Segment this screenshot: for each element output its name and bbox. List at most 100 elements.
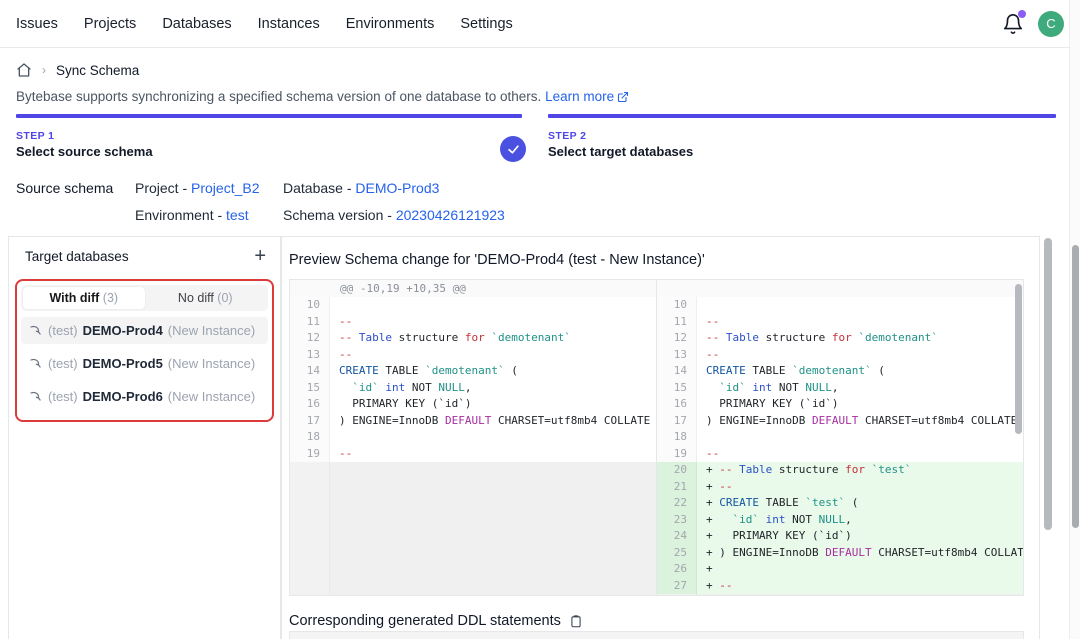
mysql-icon: [29, 324, 43, 338]
content-scrollbar[interactable]: [1044, 238, 1052, 530]
tab-no-diff[interactable]: No diff (0): [145, 287, 267, 309]
page-title: Sync Schema: [56, 63, 139, 78]
top-nav: Issues Projects Databases Instances Environm…: [0, 0, 1080, 48]
db-environment: (test): [48, 356, 78, 371]
target-database-item-demo-prod5[interactable]: (test) DEMO-Prod5 (New Instance): [21, 350, 268, 377]
project-label: Project -: [135, 180, 191, 196]
line-number: 19: [657, 446, 697, 463]
line-number: 17: [290, 413, 330, 430]
code-text: + CREATE TABLE `test` (: [697, 495, 1023, 512]
diff-pane-target: 1011--12-- Table structure for `demotena…: [657, 280, 1023, 595]
step-2-progress-bar: [548, 114, 1056, 118]
nav-item-projects[interactable]: Projects: [84, 16, 136, 32]
step-1: STEP 1 Select source schema: [16, 114, 522, 159]
db-instance-suffix: (New Instance): [168, 389, 255, 404]
source-project: Project - Project_B2: [135, 180, 260, 196]
line-number: 13: [290, 347, 330, 364]
code-text: ) ENGINE=InnoDB DEFAULT CHARSET=utf8mb4 …: [330, 413, 656, 430]
step-1-complete-icon: [500, 136, 526, 162]
line-number: 15: [657, 380, 697, 397]
learn-more-link[interactable]: Learn more: [545, 89, 614, 104]
breadcrumb: › Sync Schema: [16, 62, 139, 78]
diff-scrollbar[interactable]: [1015, 284, 1022, 434]
schema-version-link[interactable]: 20230426121923: [396, 207, 505, 223]
code-text: --: [330, 347, 656, 364]
environment-link[interactable]: test: [226, 207, 249, 223]
code-text: -- Table structure for `demotenant`: [330, 330, 656, 347]
line-number: 14: [290, 363, 330, 380]
code-text: ) ENGINE=InnoDB DEFAULT CHARSET=utf8mb4 …: [697, 413, 1023, 430]
diff-line-12: 12-- Table structure for `demotenant`: [290, 330, 656, 347]
code-text: + -- Table structure for `test`: [697, 462, 1023, 479]
diff-hunk-header: @@ -10,19 +10,35 @@: [290, 280, 656, 297]
code-text: [697, 297, 1023, 314]
code-text: + --: [697, 578, 1023, 595]
code-text: + PRIMARY KEY (`id`): [697, 528, 1023, 545]
line-number: 16: [290, 396, 330, 413]
db-name: DEMO-Prod4: [83, 323, 163, 338]
diff-line-25: 25+ ) ENGINE=InnoDB DEFAULT CHARSET=utf8…: [657, 545, 1023, 562]
copy-icon[interactable]: [569, 614, 583, 629]
diff-line-19: 19--: [290, 446, 656, 463]
add-target-database-button[interactable]: +: [254, 247, 266, 265]
code-text: --: [697, 314, 1023, 331]
nav-item-databases[interactable]: Databases: [162, 16, 231, 32]
nav-item-environments[interactable]: Environments: [346, 16, 435, 32]
nav-item-settings[interactable]: Settings: [460, 16, 512, 32]
ddl-code-block-top: [289, 631, 1024, 639]
avatar[interactable]: C: [1038, 11, 1064, 37]
code-text: PRIMARY KEY (`id`): [330, 396, 656, 413]
diff-line-13: 13--: [290, 347, 656, 364]
chevron-right-icon: ›: [42, 63, 46, 77]
diff-line-19: 19--: [657, 446, 1023, 463]
database-link[interactable]: DEMO-Prod3: [355, 180, 439, 196]
diff-line-17: 17) ENGINE=InnoDB DEFAULT CHARSET=utf8mb…: [290, 413, 656, 430]
page-scrollbar[interactable]: [1072, 245, 1079, 528]
code-text: + ) ENGINE=InnoDB DEFAULT CHARSET=utf8mb…: [697, 545, 1023, 562]
step-2-number: STEP 2: [548, 130, 1056, 142]
target-database-list: (test) DEMO-Prod4 (New Instance)(test) D…: [21, 317, 268, 410]
notification-badge: [1018, 10, 1026, 18]
db-name: DEMO-Prod5: [83, 356, 163, 371]
intro-description: Bytebase supports synchronizing a specif…: [16, 89, 545, 104]
diff-line-10: 10: [290, 297, 656, 314]
step-1-number: STEP 1: [16, 130, 522, 142]
home-icon[interactable]: [16, 62, 32, 78]
line-number: 24: [657, 528, 697, 545]
diff-line-18: 18: [657, 429, 1023, 446]
notifications-button[interactable]: [1002, 13, 1024, 35]
diff-line-22: 22+ CREATE TABLE `test` (: [657, 495, 1023, 512]
external-link-icon: [617, 91, 629, 103]
nav-item-issues[interactable]: Issues: [16, 16, 58, 32]
tab-with-diff-label: With diff: [49, 291, 102, 305]
tab-with-diff-count: (3): [103, 291, 118, 305]
line-number: 16: [657, 396, 697, 413]
code-text: + `id` int NOT NULL,: [697, 512, 1023, 529]
diff-line-17: 17) ENGINE=InnoDB DEFAULT CHARSET=utf8mb…: [657, 413, 1023, 430]
nav-item-instances[interactable]: Instances: [258, 16, 320, 32]
diff-line-27: 27+ --: [657, 578, 1023, 595]
line-number: 15: [290, 380, 330, 397]
source-database: Database - DEMO-Prod3: [283, 180, 439, 196]
target-databases-selection-box: With diff (3) No diff (0) (test) DEMO-Pr…: [15, 279, 274, 422]
line-number: 19: [290, 446, 330, 463]
diff-line-12: 12-- Table structure for `demotenant`: [657, 330, 1023, 347]
line-number: 18: [657, 429, 697, 446]
line-number: 13: [657, 347, 697, 364]
preview-title: Preview Schema change for 'DEMO-Prod4 (t…: [289, 252, 705, 268]
project-link[interactable]: Project_B2: [191, 180, 259, 196]
diff-line-10: 10: [657, 297, 1023, 314]
tab-no-diff-label: No diff: [178, 291, 217, 305]
code-text: -- Table structure for `demotenant`: [697, 330, 1023, 347]
line-number: 23: [657, 512, 697, 529]
code-text: [330, 297, 656, 314]
target-database-item-demo-prod4[interactable]: (test) DEMO-Prod4 (New Instance): [21, 317, 268, 344]
db-name: DEMO-Prod6: [83, 389, 163, 404]
diff-line-20: 20+ -- Table structure for `test`: [657, 462, 1023, 479]
tab-with-diff[interactable]: With diff (3): [23, 287, 145, 309]
target-databases-panel: Target databases + With diff (3) No diff…: [8, 236, 281, 639]
environment-label: Environment -: [135, 207, 226, 223]
target-database-item-demo-prod6[interactable]: (test) DEMO-Prod6 (New Instance): [21, 383, 268, 410]
diff-line-23: 23+ `id` int NOT NULL,: [657, 512, 1023, 529]
nav-items: Issues Projects Databases Instances Environm…: [16, 16, 513, 32]
